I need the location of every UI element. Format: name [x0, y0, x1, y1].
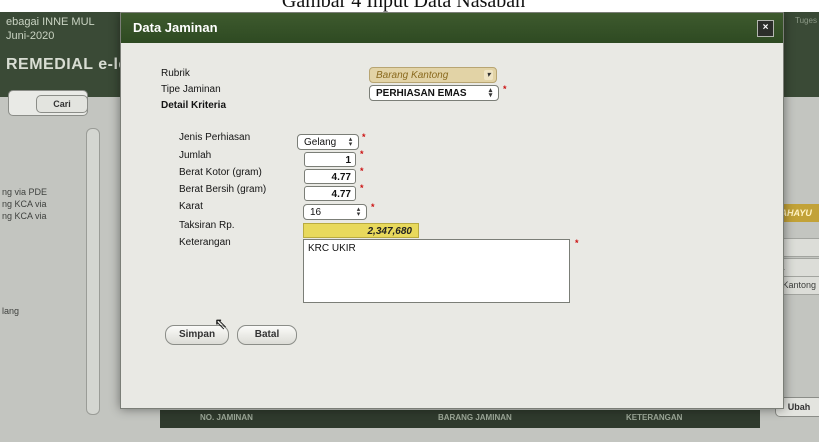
header-date-line: Juni-2020: [6, 30, 55, 42]
dropdown-arrow-icon: ▾: [484, 70, 493, 80]
table-header-cell: KETERANGAN: [626, 413, 683, 422]
close-icon[interactable]: ×: [757, 20, 774, 37]
table-header: NO. JAMINAN BARANG JAMINAN KETERANGAN: [160, 410, 760, 428]
stepper-arrows-icon: ▴ ▾: [348, 136, 353, 148]
app-name: REMEDIAL e-le: [6, 56, 128, 73]
karat-value: 16: [310, 207, 322, 218]
jenis-perhiasan-select[interactable]: Gelang ▴ ▾: [297, 134, 359, 150]
left-list-item[interactable]: ng KCA via: [2, 199, 47, 209]
required-mark: *: [360, 166, 364, 176]
left-panel-scrollbar[interactable]: [86, 128, 100, 415]
berat-bersih-input[interactable]: 4.77: [304, 186, 356, 201]
document-caption: Gambar 4 Input Data Nasabah: [0, 0, 819, 12]
stepper-arrows-icon: ▴ ▾: [356, 206, 361, 218]
jumlah-input[interactable]: 1: [304, 152, 356, 167]
dialog-body: Rubrik Barang Kantong ▾ Tipe Jaminan PER…: [121, 43, 783, 408]
table-header-cell: NO. JAMINAN: [200, 413, 253, 422]
left-list-item[interactable]: ng KCA via: [2, 211, 47, 221]
required-mark: *: [575, 238, 579, 248]
table-header-cell: BARANG JAMINAN: [438, 413, 512, 422]
required-mark: *: [362, 132, 366, 142]
dialog-titlebar[interactable]: Data Jaminan ×: [121, 13, 783, 43]
dialog-title: Data Jaminan: [133, 20, 218, 35]
jumlah-label: Jumlah: [179, 150, 212, 161]
tipe-jaminan-select[interactable]: PERHIASAN EMAS ▴ ▾: [369, 85, 499, 101]
search-button[interactable]: Cari: [36, 95, 88, 113]
required-mark: *: [503, 84, 507, 94]
jenis-perhiasan-value: Gelang: [304, 137, 337, 148]
berat-kotor-label: Berat Kotor (gram): [179, 167, 262, 178]
berat-kotor-input[interactable]: 4.77: [304, 169, 356, 184]
rubrik-label: Rubrik: [161, 68, 190, 79]
taksiran-field: 2,347,680: [303, 223, 419, 238]
berat-bersih-label: Berat Bersih (gram): [179, 184, 267, 195]
rubrik-select[interactable]: Barang Kantong ▾: [369, 67, 497, 83]
karat-select[interactable]: 16 ▴ ▾: [303, 204, 367, 220]
required-mark: *: [360, 149, 364, 159]
required-mark: *: [360, 183, 364, 193]
header-user-line: ebagai INNE MUL: [6, 16, 95, 28]
rubrik-value: Barang Kantong: [376, 70, 449, 81]
required-mark: *: [371, 202, 375, 212]
left-list-item[interactable]: lang: [2, 306, 19, 316]
jenis-perhiasan-label: Jenis Perhiasan: [179, 132, 251, 143]
taksiran-label: Taksiran Rp.: [179, 220, 235, 231]
data-jaminan-dialog: Data Jaminan × Rubrik Barang Kantong ▾ T…: [120, 12, 784, 409]
caption-text: Gambar 4 Input Data Nasabah: [281, 0, 526, 12]
detail-kriteria-heading: Detail Kriteria: [161, 100, 227, 111]
keterangan-label: Keterangan: [179, 237, 231, 248]
tipe-jaminan-label: Tipe Jaminan: [161, 84, 221, 95]
keterangan-textarea[interactable]: KRC UKIR: [303, 239, 570, 303]
header-right-text: Tuges: [795, 16, 817, 25]
stepper-arrows-icon: ▴ ▾: [488, 87, 493, 99]
karat-label: Karat: [179, 201, 203, 212]
tipe-jaminan-value: PERHIASAN EMAS: [376, 88, 467, 99]
mouse-pointer-icon: ⇖: [214, 316, 228, 333]
batal-button[interactable]: Batal: [237, 325, 297, 345]
left-list-item[interactable]: ng via PDE: [2, 187, 47, 197]
